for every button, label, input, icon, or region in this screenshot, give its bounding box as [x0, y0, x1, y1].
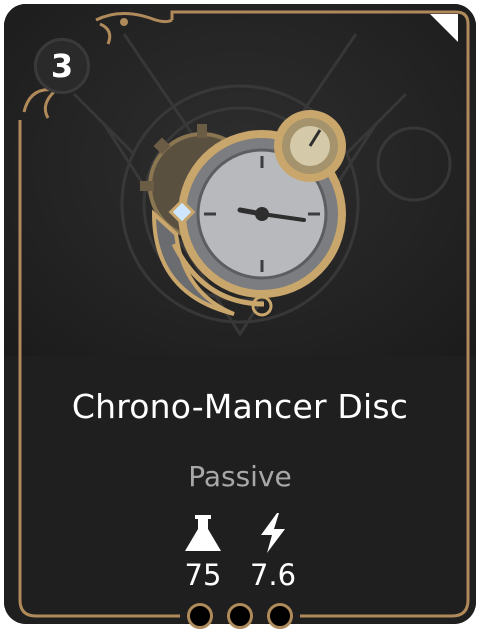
stat-power: 7.6 — [228, 510, 318, 592]
corner-flag-icon — [430, 14, 458, 42]
lightning-icon — [228, 510, 318, 556]
upgrade-slot[interactable] — [227, 603, 253, 629]
card-type: Passive — [188, 460, 292, 493]
clockwork-gear-disc-icon — [140, 110, 346, 317]
upgrade-slots — [0, 603, 480, 629]
cost-badge: 3 — [34, 38, 90, 94]
upgrade-slot[interactable] — [187, 603, 213, 629]
upgrade-slot[interactable] — [267, 603, 293, 629]
power-value: 7.6 — [249, 558, 297, 592]
card-title: Chrono-Mancer Disc — [71, 387, 409, 426]
cost-value: 3 — [50, 47, 74, 85]
